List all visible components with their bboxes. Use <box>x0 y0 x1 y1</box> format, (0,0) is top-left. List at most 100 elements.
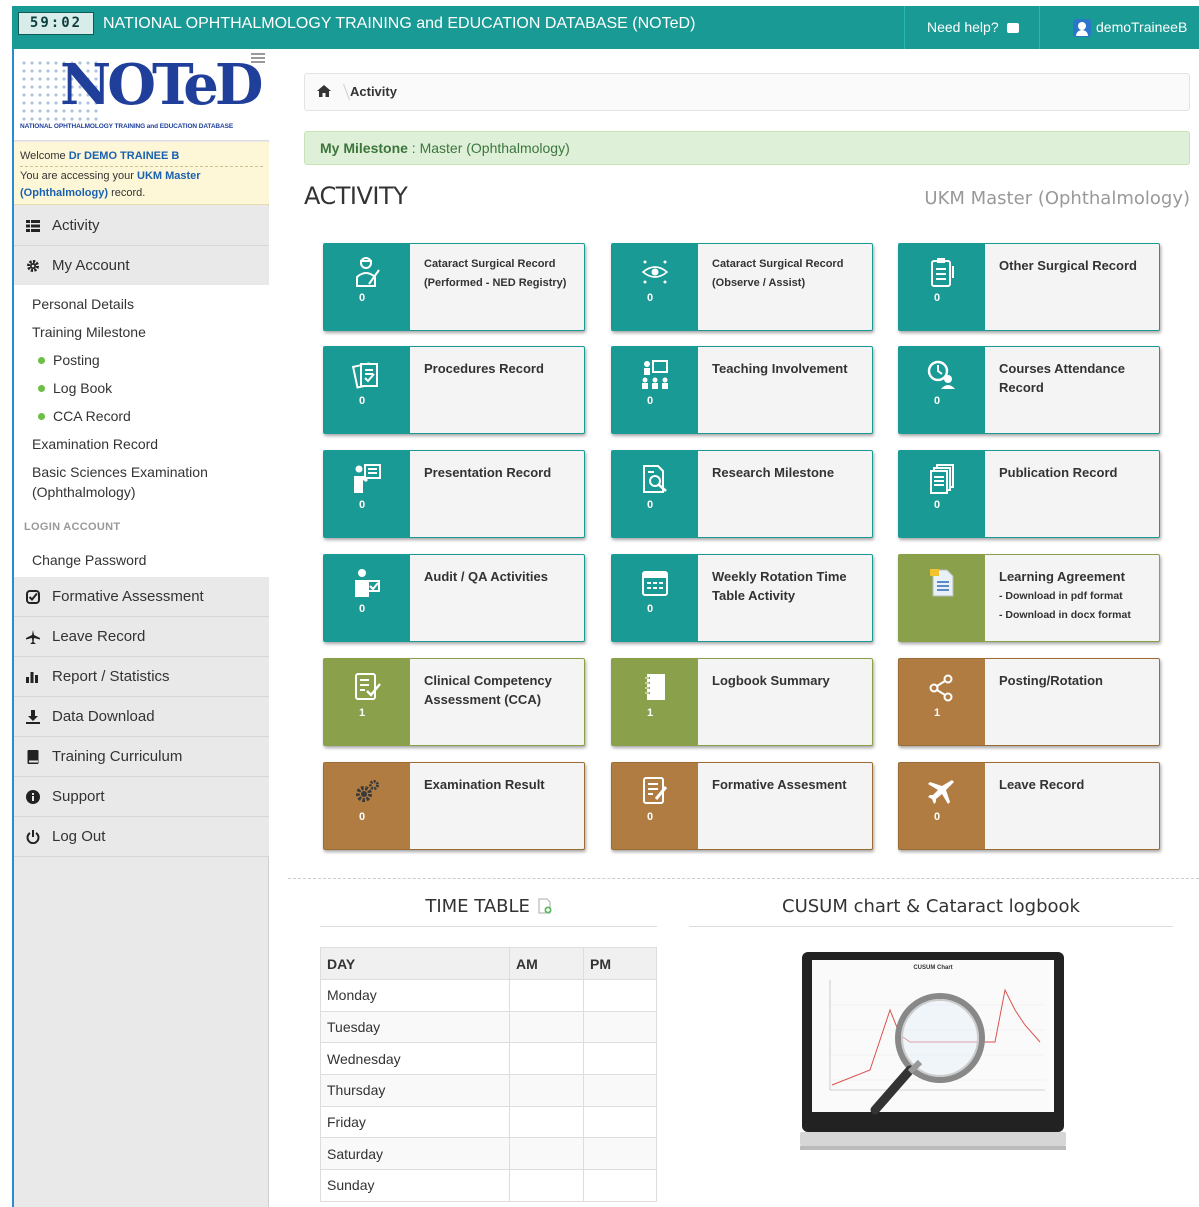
tile-cca[interactable]: 1 Clinical Competency Assessment (CCA) <box>323 658 585 746</box>
tile-cataract-performed[interactable]: 0 Cataract Surgical Record (Performed - … <box>323 243 585 331</box>
tile-icon-box: 0 <box>899 347 985 433</box>
pm-cell[interactable] <box>583 1137 657 1171</box>
user-name: demoTraineeB <box>1096 19 1188 35</box>
submenu-log-book[interactable]: Log Book <box>38 379 112 397</box>
sidebar-item-training-curriculum[interactable]: Training Curriculum <box>14 737 269 777</box>
download-pdf-link[interactable]: - Download in pdf format <box>999 586 1153 606</box>
tile-icon-box: 0 <box>899 763 985 849</box>
submenu-change-password[interactable]: Change Password <box>32 551 146 569</box>
download-docx-link[interactable]: - Download in docx format <box>999 605 1153 625</box>
tile-count: 0 <box>358 811 366 823</box>
day-cell: Thursday <box>320 1074 510 1107</box>
sidebar-item-log-out[interactable]: Log Out <box>14 817 269 857</box>
column-header-am: AM <box>509 947 584 980</box>
access-prefix: You are accessing your <box>20 170 134 182</box>
sidebar-item-my-account[interactable]: My Account <box>14 246 269 286</box>
tile-label: Audit / QA Activities <box>424 569 548 584</box>
submenu-examination-record[interactable]: Examination Record <box>32 435 158 453</box>
need-help-label: Need help? <box>927 19 999 35</box>
classroom-icon <box>642 360 668 389</box>
am-cell[interactable] <box>509 1042 584 1076</box>
auditor-icon <box>355 569 380 597</box>
am-cell[interactable] <box>509 1137 584 1171</box>
cusum-monitor-image[interactable]: CUSUM Chart <box>800 950 1066 1160</box>
am-cell[interactable] <box>509 1169 584 1202</box>
sidebar-item-label: Data Download <box>52 708 155 725</box>
pm-cell[interactable] <box>583 979 657 1012</box>
tile-audit[interactable]: 0 Audit / QA Activities <box>323 554 585 642</box>
am-cell[interactable] <box>509 1105 584 1139</box>
tile-formative-assesment[interactable]: 0 Formative Assesment <box>611 762 873 850</box>
sidebar-item-support[interactable]: Support <box>14 777 269 817</box>
gears-icon <box>356 780 379 802</box>
am-cell[interactable] <box>509 1074 584 1107</box>
tile-icon-box: 0 <box>324 244 410 330</box>
pm-cell[interactable] <box>583 1010 657 1044</box>
table-row: Monday <box>320 979 657 1012</box>
submenu-basic-sciences-line1: Basic Sciences Examination <box>32 464 208 480</box>
submenu-training-milestone[interactable]: Training Milestone <box>32 323 146 341</box>
tile-count: 0 <box>646 499 654 511</box>
tile-label-line2: Assessment (CCA) <box>424 692 542 707</box>
add-file-icon[interactable] <box>538 898 552 914</box>
tile-other-surgical[interactable]: 0 Other Surgical Record <box>898 243 1160 331</box>
column-header-day: DAY <box>320 947 510 980</box>
sidebar-item-report-statistics[interactable]: Report / Statistics <box>14 657 269 697</box>
tile-weekly-rotation[interactable]: 0 Weekly Rotation Time Table Activity <box>611 554 873 642</box>
session-timer: 59:02 <box>18 12 94 35</box>
need-help-button[interactable]: Need help? <box>904 6 1038 49</box>
tile-label-line2: Table Activity <box>712 588 796 603</box>
tile-presentation[interactable]: 0 Presentation Record <box>323 450 585 538</box>
home-icon[interactable] <box>317 85 331 97</box>
sidebar-item-formative-assessment[interactable]: Formative Assessment <box>14 577 269 617</box>
sidebar-item-label: Formative Assessment <box>52 588 204 605</box>
tile-logbook-summary[interactable]: 1 Logbook Summary <box>611 658 873 746</box>
submenu-basic-sciences[interactable]: Basic Sciences Examination (Ophthalmolog… <box>32 463 208 501</box>
pm-cell[interactable] <box>583 1105 657 1139</box>
am-cell[interactable] <box>509 1010 584 1044</box>
sidebar-item-data-download[interactable]: Data Download <box>14 697 269 737</box>
tile-publication[interactable]: 0 Publication Record <box>898 450 1160 538</box>
sidebar-item-leave-record[interactable]: Leave Record <box>14 617 269 657</box>
assessment-icon <box>355 673 381 700</box>
tile-count: 0 <box>933 292 941 304</box>
tile-procedures[interactable]: 0 Procedures Record <box>323 346 585 434</box>
pm-cell[interactable] <box>583 1169 657 1202</box>
submenu-cca-record[interactable]: CCA Record <box>38 407 131 425</box>
notebook-icon <box>645 674 665 700</box>
tile-posting-rotation[interactable]: 1 Posting/Rotation <box>898 658 1160 746</box>
sidebar-item-activity[interactable]: Activity <box>14 206 269 246</box>
tile-icon-box: 1 <box>324 659 410 745</box>
tile-learning-agreement[interactable]: Learning Agreement - Download in pdf for… <box>898 554 1160 642</box>
pm-cell[interactable] <box>583 1042 657 1076</box>
am-cell[interactable] <box>509 979 584 1012</box>
logo[interactable]: NOTeD NATIONAL OPHTHALMOLOGY TRAINING an… <box>14 49 269 141</box>
page-title: ACTIVITY <box>304 182 408 210</box>
presenter-icon <box>354 464 381 493</box>
table-row: Saturday <box>320 1137 657 1171</box>
tile-count: 0 <box>358 603 366 615</box>
sidebar-item-label: Log Out <box>52 828 106 845</box>
page-subtitle: UKM Master (Ophthalmology) <box>924 188 1190 209</box>
submenu-posting[interactable]: Posting <box>38 351 100 369</box>
tile-count: 0 <box>646 395 654 407</box>
submenu-personal-details[interactable]: Personal Details <box>32 295 134 313</box>
day-cell: Sunday <box>320 1169 510 1202</box>
access-suffix: record. <box>111 187 146 199</box>
pm-cell[interactable] <box>583 1074 657 1107</box>
tile-examination-result[interactable]: 0 Examination Result <box>323 762 585 850</box>
day-cell: Tuesday <box>320 1010 510 1044</box>
download-icon <box>26 710 40 724</box>
tile-leave-record[interactable]: 0 Leave Record <box>898 762 1160 850</box>
tile-research[interactable]: 0 Research Milestone <box>611 450 873 538</box>
tile-teaching[interactable]: 0 Teaching Involvement <box>611 346 873 434</box>
section-divider <box>288 878 1199 879</box>
book-icon <box>27 750 39 764</box>
user-menu-button[interactable]: demoTraineeB ▾ <box>1039 6 1199 78</box>
sidebar-toggle-icon[interactable] <box>251 53 265 63</box>
tile-label: Procedures Record <box>424 361 544 376</box>
tile-courses[interactable]: 0 Courses Attendance Record <box>898 346 1160 434</box>
tile-icon-box: 1 <box>899 659 985 745</box>
tile-cataract-observe[interactable]: 0 Cataract Surgical Record (Observe / As… <box>611 243 873 331</box>
tile-label: Logbook Summary <box>712 673 830 688</box>
